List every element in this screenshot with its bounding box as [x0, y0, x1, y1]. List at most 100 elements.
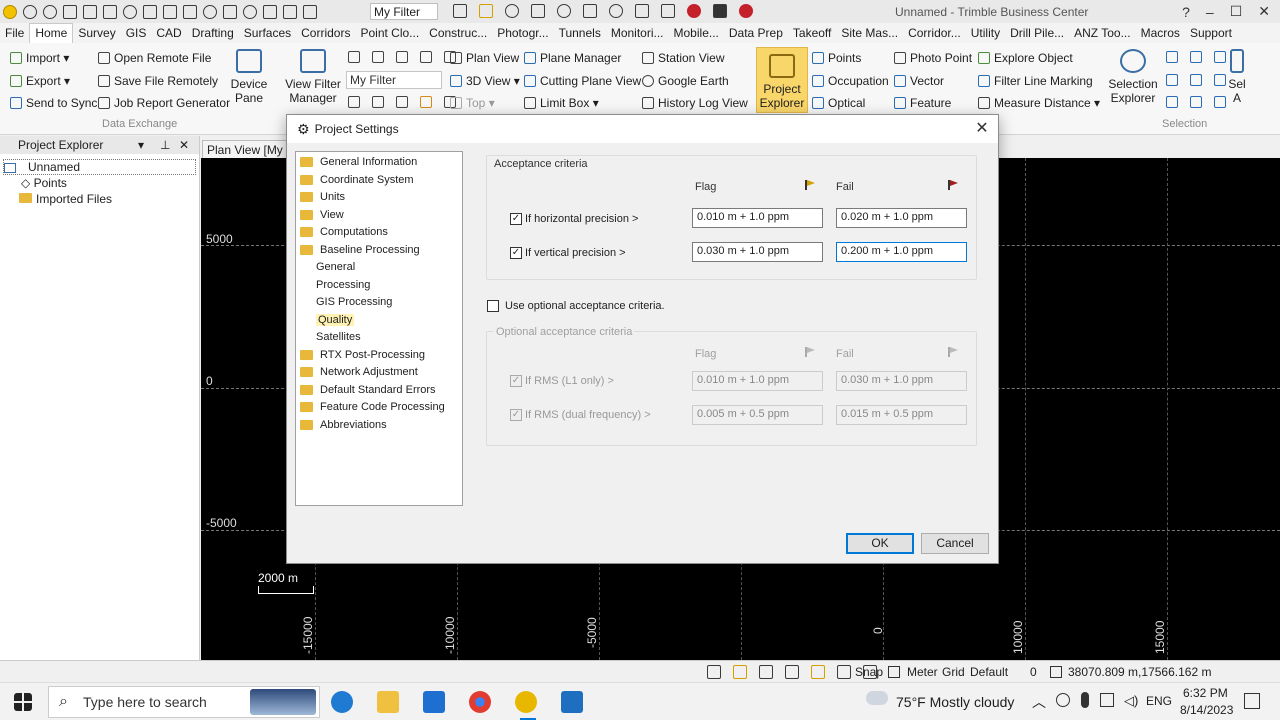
minimize-icon[interactable]: –	[1206, 4, 1214, 20]
nav-item[interactable]: Baseline Processing	[300, 242, 420, 258]
use-optional-checkbox[interactable]	[487, 300, 499, 312]
menu-tab[interactable]: Macros	[1136, 26, 1185, 40]
new-icon[interactable]	[103, 4, 117, 19]
status-grid-icon[interactable]	[811, 665, 825, 679]
nav-item[interactable]: Default Standard Errors	[300, 382, 436, 398]
select-add-icon[interactable]	[1166, 51, 1178, 63]
select-branch-icon[interactable]	[1190, 51, 1202, 63]
select-clear-icon[interactable]	[1214, 96, 1226, 108]
grid-toggle[interactable]: Grid	[942, 665, 965, 679]
stop-icon[interactable]	[713, 4, 727, 18]
panel-close-icon[interactable]: ✕	[179, 138, 189, 152]
clock-date[interactable]: 8/14/2023	[1180, 703, 1233, 717]
nav-item[interactable]: Processing	[316, 277, 370, 293]
import-button[interactable]: Import ▾	[10, 51, 69, 65]
status-command-icon[interactable]	[707, 665, 721, 679]
measure-distance-button[interactable]: Measure Distance ▾	[978, 96, 1100, 110]
horizontal-precision-checkbox[interactable]: ✓	[510, 213, 522, 225]
rms-dual-flag-input[interactable]: 0.005 m + 0.5 ppm	[692, 405, 823, 425]
filter-icon[interactable]	[453, 4, 467, 18]
nav-item[interactable]: General Information	[300, 154, 417, 170]
copy-icon[interactable]	[143, 4, 157, 19]
nav-item[interactable]: GIS Processing	[316, 294, 392, 310]
status-snap-icon[interactable]	[837, 665, 851, 679]
edge-icon[interactable]	[331, 691, 353, 713]
select-tree-icon[interactable]	[1190, 96, 1202, 108]
dropdown-icon[interactable]: ▾	[138, 138, 144, 152]
plan-view-button[interactable]: Plan View	[450, 51, 519, 65]
select-points-button[interactable]: Points	[812, 51, 861, 65]
dialog-close-icon[interactable]: ✕	[972, 118, 992, 138]
move-icon[interactable]	[348, 96, 360, 108]
menu-tab[interactable]: Drill Pile...	[1005, 26, 1069, 40]
menu-tab[interactable]: Utility	[966, 26, 1005, 40]
player-icon[interactable]	[561, 691, 583, 713]
units-indicator[interactable]: Meter	[907, 665, 938, 679]
refresh-icon[interactable]	[123, 4, 137, 19]
table-icon[interactable]	[263, 4, 277, 19]
tree-root[interactable]: Unnamed	[3, 159, 196, 175]
menu-tab[interactable]: Surfaces	[239, 26, 296, 40]
flag-icon[interactable]	[420, 96, 432, 108]
google-earth-button[interactable]: Google Earth	[642, 74, 729, 88]
file-explorer-icon[interactable]	[377, 691, 399, 713]
layers-icon[interactable]	[243, 4, 257, 19]
rms-dual-checkbox[interactable]: ✓	[510, 409, 522, 421]
explore-object-button[interactable]: Explore Object	[978, 51, 1073, 65]
menu-tab[interactable]: Data Prep	[724, 26, 788, 40]
menu-tab[interactable]: Corridors	[296, 26, 355, 40]
pen-icon[interactable]	[661, 4, 675, 18]
menu-tab[interactable]: Drafting	[187, 26, 239, 40]
tree-item-points[interactable]: ◇ Points	[21, 176, 67, 190]
device-pane-button[interactable]: Device Pane	[228, 49, 270, 105]
select-occupation-button[interactable]: Occupation	[812, 74, 889, 88]
qat-filter-dropdown[interactable]: My Filter	[370, 3, 438, 20]
rms-l1-checkbox[interactable]: ✓	[510, 375, 522, 387]
snap-toggle[interactable]: Snap	[855, 665, 883, 679]
network-icon[interactable]	[1056, 693, 1070, 707]
plan-view-tab[interactable]: Plan View [My Fil	[202, 140, 290, 158]
selection-explorer-button[interactable]: Selection Explorer	[1104, 49, 1162, 105]
pan-icon[interactable]	[396, 51, 408, 63]
rms-l1-fail-input[interactable]: 0.030 m + 1.0 ppm	[836, 371, 967, 391]
plane-manager-button[interactable]: Plane Manager	[524, 51, 621, 65]
menu-tab[interactable]: Survey	[73, 26, 120, 40]
top-view-button[interactable]: Top ▾	[450, 96, 495, 110]
menu-tab[interactable]: Home	[29, 23, 74, 43]
language-indicator[interactable]: ENG	[1146, 694, 1172, 708]
horizontal-fail-input[interactable]: 0.020 m + 1.0 ppm	[836, 208, 967, 228]
help-icon[interactable]: ?	[1182, 4, 1190, 20]
mic-icon[interactable]	[1081, 692, 1089, 708]
hand-icon[interactable]	[372, 96, 384, 108]
close-window-icon[interactable]: ✕	[1258, 3, 1270, 20]
print-icon[interactable]	[609, 4, 623, 18]
select-solid-icon[interactable]	[1190, 74, 1202, 86]
notification-icon[interactable]	[1244, 693, 1260, 709]
start-icon[interactable]	[14, 693, 32, 711]
select-lines-icon[interactable]	[1214, 51, 1226, 63]
measure-icon[interactable]	[635, 4, 649, 18]
nav-item[interactable]: RTX Post-Processing	[300, 347, 425, 363]
menu-tab[interactable]: Corridor...	[903, 26, 966, 40]
grid-icon[interactable]	[163, 4, 177, 19]
weather-text[interactable]: 75°F Mostly cloudy	[896, 694, 1014, 710]
flag-tool-icon[interactable]	[479, 4, 493, 18]
menu-tab[interactable]: ANZ Too...	[1069, 26, 1135, 40]
mail-icon[interactable]	[423, 691, 445, 713]
lock-icon[interactable]	[183, 4, 197, 19]
ribbon-filter-dropdown[interactable]: My Filter	[346, 71, 442, 89]
clock-time[interactable]: 6:32 PM	[1183, 686, 1228, 700]
status-draw-icon[interactable]	[785, 665, 799, 679]
chevron-up-icon[interactable]: ︿	[1032, 692, 1046, 712]
select-photo-point-button[interactable]: Photo Point	[894, 51, 972, 65]
cursor-icon[interactable]	[531, 4, 545, 18]
vertical-fail-input[interactable]: 0.200 m + 1.0 ppm	[836, 242, 967, 262]
tbc-app-icon[interactable]	[515, 691, 537, 713]
pin-icon[interactable]: ⊥	[160, 138, 170, 152]
settings-icon[interactable]	[203, 4, 217, 19]
nav-item[interactable]: Abbreviations	[300, 417, 387, 433]
compass-icon[interactable]	[557, 4, 571, 18]
redo-icon[interactable]	[43, 4, 57, 19]
vertical-flag-input[interactable]: 0.030 m + 1.0 ppm	[692, 242, 823, 262]
mode-indicator[interactable]: Default	[970, 665, 1008, 679]
